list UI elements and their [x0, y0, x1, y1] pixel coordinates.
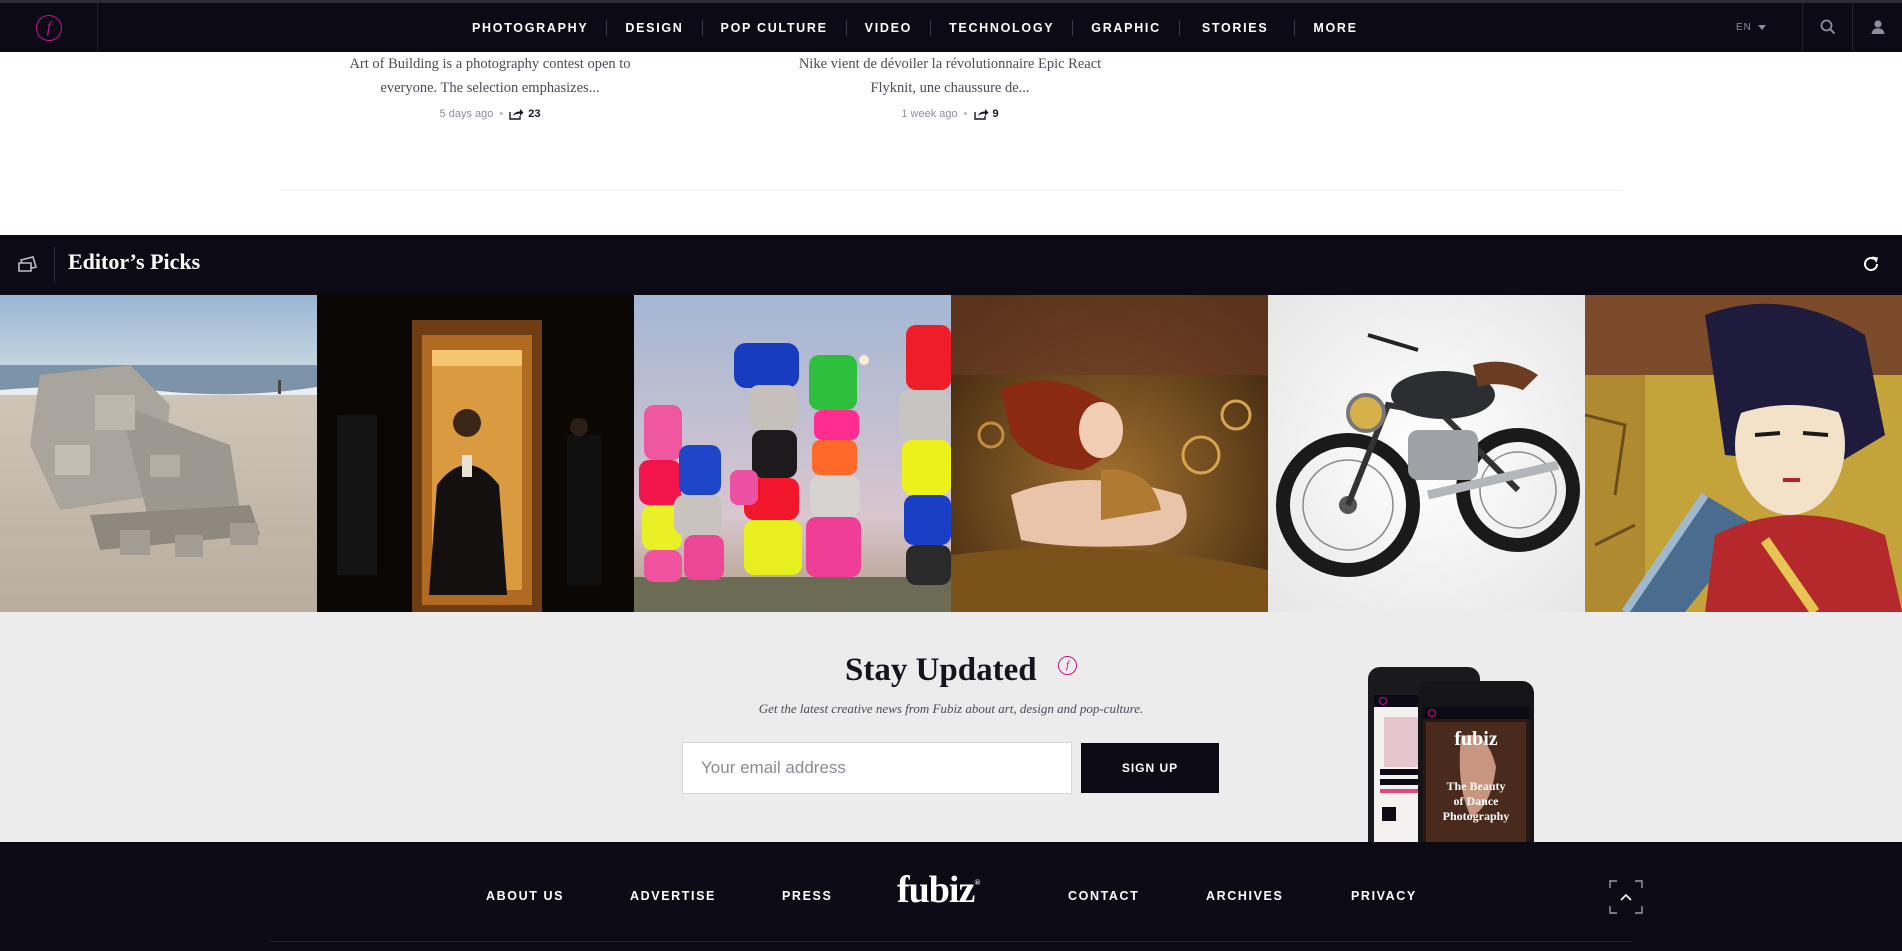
article-meta: 1 week ago • 9 [760, 108, 1140, 120]
footer-link-privacy[interactable]: PRIVACY [1351, 889, 1417, 903]
phone-mockup-image: fubiz The Beauty of Dance Photography [1366, 667, 1536, 842]
pick-card[interactable] [1268, 295, 1585, 612]
article-meta: 5 days ago • 23 [300, 108, 680, 120]
footer-divider [270, 941, 1632, 942]
signup-button[interactable]: SIGN UP [1081, 743, 1219, 793]
editors-picks-title: Editor’s Picks [68, 249, 201, 274]
refresh-icon[interactable] [1861, 254, 1881, 274]
man-in-elevator-image[interactable] [317, 295, 634, 612]
nav-item-video[interactable]: VIDEO [847, 21, 930, 35]
picks-icon [18, 256, 38, 272]
editors-picks-gallery [0, 295, 1902, 612]
article-excerpt: Art of Building is a photography contest… [300, 52, 680, 100]
newsletter-section: Stay Updated f Get the latest creative n… [0, 612, 1902, 842]
registered-mark: ® [974, 878, 981, 887]
pick-card[interactable] [951, 295, 1268, 612]
custom-motorcycle-image[interactable] [1268, 295, 1585, 612]
share-count-value: 9 [992, 108, 999, 120]
meta-dot: • [963, 108, 968, 120]
excerpt-line: Art of Building is a photography contest… [349, 56, 631, 72]
share-count[interactable]: 23 [509, 108, 540, 120]
scroll-to-top-icon[interactable] [1609, 880, 1643, 914]
section-divider [280, 190, 1622, 191]
pick-card[interactable] [634, 295, 951, 612]
article-card[interactable]: Nike vient de dévoiler la révolutionnair… [760, 52, 1140, 120]
nav-item-photography[interactable]: PHOTOGRAPHY [454, 21, 606, 35]
share-icon [509, 109, 524, 120]
email-field[interactable] [682, 742, 1072, 794]
nav-item-design[interactable]: DESIGN [607, 21, 701, 35]
nav-item-stories[interactable]: STORIES [1180, 21, 1295, 35]
colorful-stacked-rocks-image[interactable] [634, 295, 951, 612]
phone-headline-line: Photography [1443, 809, 1510, 823]
nav-item-pop-culture[interactable]: POP CULTURE [703, 21, 846, 35]
excerpt-line: Flyknit, une chaussure de... [870, 80, 1030, 96]
nav-item-more[interactable]: MORE [1295, 21, 1375, 35]
chevron-down-icon [1757, 25, 1766, 30]
newsletter-title: Stay Updated [845, 652, 1037, 688]
footer-link-press[interactable]: PRESS [782, 889, 832, 903]
footer-link-about-us[interactable]: ABOUT US [486, 889, 564, 903]
article-time: 1 week ago [901, 108, 958, 120]
newsletter-subtitle: Get the latest creative news from Fubiz … [758, 701, 1144, 716]
share-count[interactable]: 9 [973, 108, 999, 120]
phone-brand-text: fubiz [1454, 728, 1497, 750]
woman-in-gold-image[interactable] [951, 295, 1268, 612]
excerpt-line: everyone. The selection emphasizes... [380, 80, 600, 96]
share-count-value: 23 [528, 108, 541, 120]
article-excerpt: Nike vient de dévoiler la révolutionnair… [760, 52, 1140, 100]
editors-picks-header: Editor’s Picks [0, 235, 1902, 295]
footer-link-archives[interactable]: ARCHIVES [1206, 889, 1283, 903]
phone-headline-line: of Dance [1454, 794, 1500, 808]
account-button[interactable] [1852, 3, 1902, 52]
search-icon [1820, 19, 1836, 35]
anime-warrior-image[interactable] [1585, 295, 1902, 612]
language-label: EN [1736, 22, 1752, 33]
footer-link-advertise[interactable]: ADVERTISE [630, 889, 716, 903]
sand-architecture-image[interactable] [0, 295, 317, 612]
site-logo[interactable]: f [0, 3, 98, 52]
header-divider [54, 247, 55, 283]
article-card[interactable]: Art of Building is a photography contest… [300, 52, 680, 120]
meta-dot: • [499, 108, 504, 120]
pick-card[interactable] [317, 295, 634, 612]
user-icon [1871, 20, 1885, 34]
footer-logo-text: fubiz [897, 869, 975, 911]
fubiz-badge-icon: f [1058, 656, 1077, 675]
footer-logo[interactable]: fubiz® [897, 868, 980, 912]
article-time: 5 days ago [439, 108, 494, 120]
phone-headline-line: The Beauty [1446, 779, 1505, 793]
nav-item-technology[interactable]: TECHNOLOGY [931, 21, 1072, 35]
pick-card[interactable] [1585, 295, 1902, 612]
nav-item-graphic[interactable]: GRAPHIC [1073, 21, 1179, 35]
top-navigation: f PHOTOGRAPHY DESIGN POP CULTURE VIDEO T… [0, 0, 1902, 52]
search-button[interactable] [1802, 3, 1852, 52]
logo-mark-icon[interactable]: f [36, 15, 62, 41]
phone-mockup-illustration: fubiz The Beauty of Dance Photography [1368, 667, 1534, 842]
pick-card[interactable] [0, 295, 317, 612]
excerpt-line: Nike vient de dévoiler la révolutionnair… [798, 56, 1102, 72]
share-icon [973, 109, 988, 120]
language-selector[interactable]: EN [1736, 3, 1766, 52]
main-menu: PHOTOGRAPHY DESIGN POP CULTURE VIDEO TEC… [454, 3, 1376, 52]
site-footer: ABOUT US ADVERTISE PRESS fubiz® CONTACT … [0, 842, 1902, 951]
footer-link-contact[interactable]: CONTACT [1068, 889, 1139, 903]
